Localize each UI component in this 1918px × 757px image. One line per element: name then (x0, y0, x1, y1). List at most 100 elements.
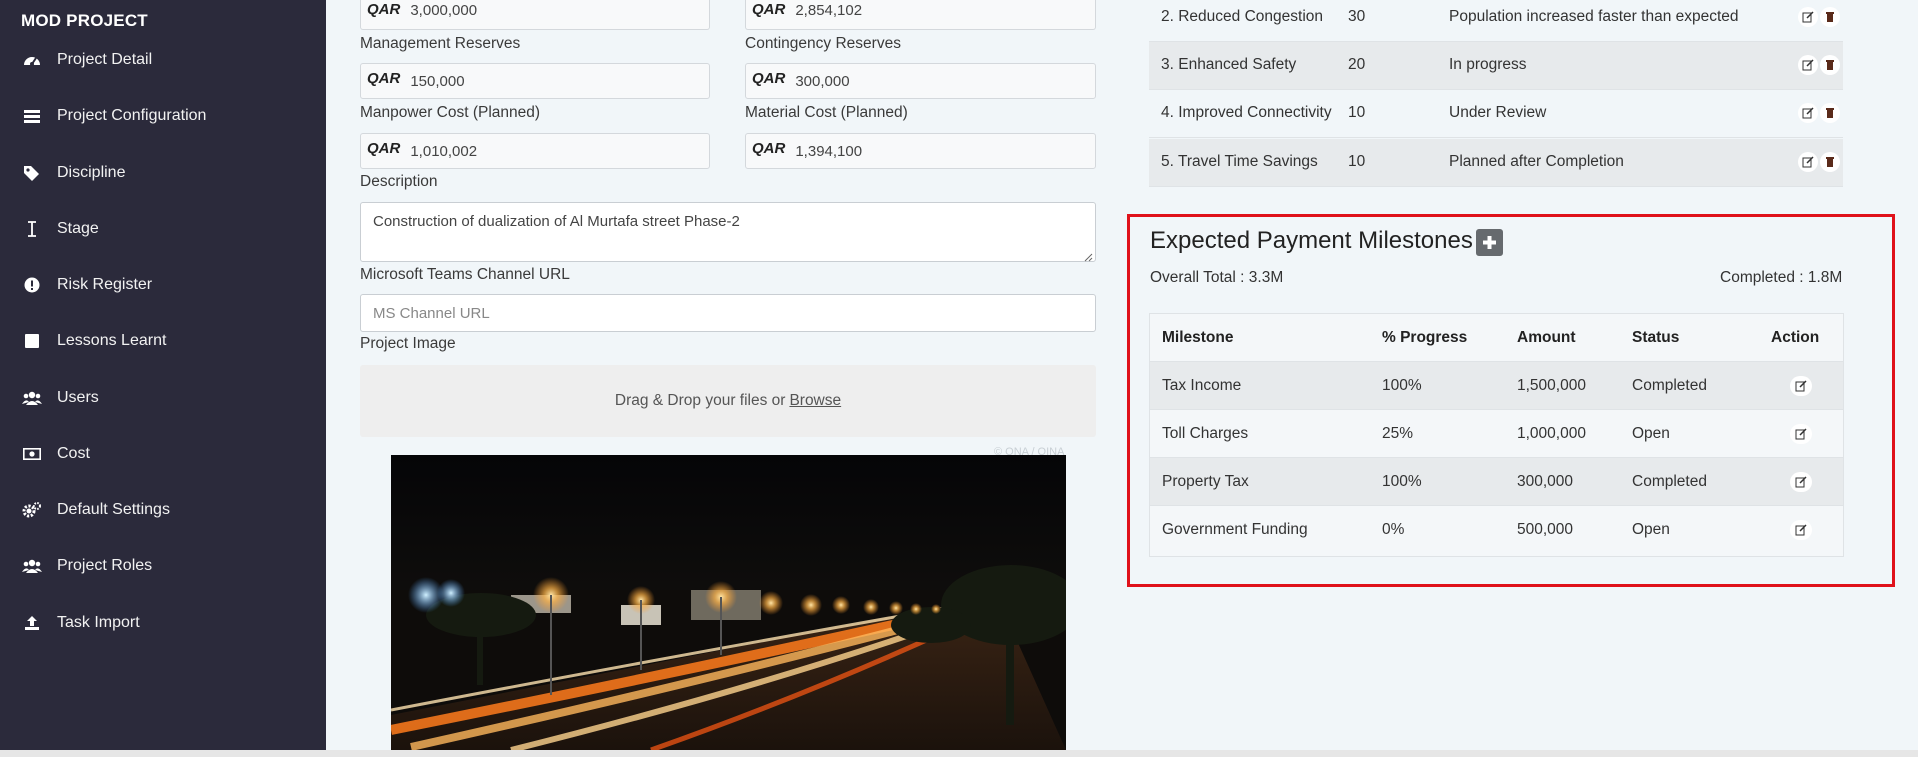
benefit-name: 2. Reduced Congestion (1161, 8, 1324, 25)
sidebar-item-cost[interactable]: Cost (0, 434, 326, 474)
sidebar-item-task-import[interactable]: Task Import (0, 603, 326, 643)
table-row: Toll Charges 25% 1,000,000 Open (1150, 410, 1843, 458)
resize-handle-icon[interactable] (1083, 249, 1093, 262)
teams-url-label: Microsoft Teams Channel URL (360, 266, 570, 283)
sidebar: MOD PROJECT Project Detail Project Confi… (0, 0, 326, 750)
sidebar-item-label: Project Configuration (57, 107, 207, 124)
users-icon (22, 388, 42, 408)
bottom-strip (0, 750, 1918, 757)
exclamation-circle-icon (22, 275, 42, 295)
edit-icon[interactable] (1798, 103, 1818, 123)
edit-icon[interactable] (1790, 472, 1812, 492)
milestone-name: Tax Income (1162, 377, 1242, 394)
sidebar-item-project-roles[interactable]: Project Roles (0, 546, 326, 586)
currency-label: QAR (752, 139, 786, 157)
milestone-progress: 25% (1382, 425, 1414, 442)
milestone-progress: 100% (1382, 377, 1422, 394)
contingency-reserves-value: 300,000 (795, 72, 850, 90)
milestone-status: Open (1632, 425, 1670, 442)
edit-icon[interactable] (1798, 152, 1818, 172)
manpower-cost-field[interactable]: QAR 1,010,002 (360, 133, 710, 169)
sidebar-item-lessons-learnt[interactable]: Lessons Learnt (0, 321, 326, 361)
management-reserves-field[interactable]: QAR 150,000 (360, 63, 710, 99)
sidebar-item-label: Stage (57, 220, 99, 237)
table-header: Milestone % Progress Amount Status Actio… (1150, 314, 1843, 362)
edit-icon[interactable] (1790, 376, 1812, 396)
milestone-status: Completed (1632, 377, 1707, 394)
edit-icon[interactable] (1798, 55, 1818, 75)
management-reserves-label: Management Reserves (360, 35, 521, 52)
sidebar-item-label: Users (57, 389, 99, 406)
sidebar-item-label: Default Settings (57, 501, 170, 518)
overall-total: Overall Total : 3.3M (1150, 269, 1284, 286)
delete-icon[interactable] (1820, 103, 1840, 123)
benefit-status: In progress (1449, 56, 1527, 73)
benefit-status: Under Review (1449, 104, 1547, 121)
currency-label: QAR (367, 139, 401, 157)
delete-icon[interactable] (1820, 152, 1840, 172)
milestones-table: Milestone % Progress Amount Status Actio… (1149, 313, 1844, 557)
project-image-label: Project Image (360, 335, 456, 352)
benefit-value: 10 (1348, 153, 1366, 170)
edit-icon[interactable] (1790, 424, 1812, 444)
app-brand: MOD PROJECT (21, 11, 148, 30)
table-row: Property Tax 100% 300,000 Completed (1150, 458, 1843, 506)
actual-cost-field[interactable]: QAR 2,854,102 (745, 0, 1096, 30)
header-status: Status (1632, 329, 1680, 346)
benefit-value: 20 (1348, 56, 1366, 73)
milestone-amount: 1,000,000 (1517, 425, 1586, 442)
contingency-reserves-field[interactable]: QAR 300,000 (745, 63, 1096, 99)
browse-link[interactable]: Browse (789, 392, 841, 410)
description-label: Description (360, 173, 438, 190)
sidebar-item-users[interactable]: Users (0, 378, 326, 418)
table-row: 2. Reduced Congestion 30 Population incr… (1149, 0, 1843, 42)
teams-url-input[interactable]: MS Channel URL (360, 294, 1096, 332)
edit-icon[interactable] (1798, 7, 1818, 27)
tags-icon (22, 163, 42, 183)
money-icon (22, 444, 42, 464)
material-cost-field[interactable]: QAR 1,394,100 (745, 133, 1096, 169)
milestones-title: Expected Payment Milestones (1150, 227, 1473, 254)
management-reserves-value: 150,000 (410, 72, 465, 90)
delete-icon[interactable] (1820, 7, 1840, 27)
project-image (391, 455, 1066, 750)
sidebar-item-project-configuration[interactable]: Project Configuration (0, 96, 326, 136)
teams-url-placeholder: MS Channel URL (373, 304, 490, 322)
currency-label: QAR (367, 69, 401, 87)
list-icon (22, 106, 42, 126)
delete-icon[interactable] (1820, 55, 1840, 75)
completed-total: Completed : 1.8M (1720, 269, 1843, 286)
edit-icon[interactable] (1790, 520, 1812, 540)
sidebar-item-stage[interactable]: Stage (0, 209, 326, 249)
benefit-name: 3. Enhanced Safety (1161, 56, 1297, 73)
sidebar-item-label: Discipline (57, 164, 126, 181)
sidebar-item-discipline[interactable]: Discipline (0, 153, 326, 193)
cogs-icon (22, 500, 42, 520)
sidebar-item-label: Risk Register (57, 276, 153, 293)
manpower-cost-value: 1,010,002 (410, 142, 478, 160)
header-progress: % Progress (1382, 329, 1468, 346)
sidebar-item-label: Project Roles (57, 557, 153, 574)
budget-field[interactable]: QAR 3,000,000 (360, 0, 710, 30)
header-milestone: Milestone (1162, 329, 1234, 346)
header-amount: Amount (1517, 329, 1576, 346)
manpower-cost-label: Manpower Cost (Planned) (360, 104, 541, 121)
description-textarea[interactable]: Construction of dualization of Al Murtaf… (360, 202, 1096, 262)
material-cost-label: Material Cost (Planned) (745, 104, 908, 121)
text-cursor-icon (22, 219, 42, 239)
material-cost-value: 1,394,100 (795, 142, 863, 160)
benefit-status: Planned after Completion (1449, 153, 1624, 170)
dashboard-icon (22, 50, 42, 70)
milestone-progress: 0% (1382, 521, 1405, 538)
add-milestone-button[interactable] (1476, 229, 1503, 256)
milestone-name: Government Funding (1162, 521, 1308, 538)
sidebar-item-project-detail[interactable]: Project Detail (0, 40, 326, 80)
benefit-name: 5. Travel Time Savings (1161, 153, 1318, 170)
sidebar-item-risk-register[interactable]: Risk Register (0, 265, 326, 305)
milestone-progress: 100% (1382, 473, 1422, 490)
table-row: 5. Travel Time Savings 10 Planned after … (1149, 139, 1843, 187)
file-dropzone[interactable]: Drag & Drop your files or Browse (360, 365, 1096, 437)
actual-cost-value: 2,854,102 (795, 2, 863, 19)
milestone-status: Completed (1632, 473, 1707, 490)
sidebar-item-default-settings[interactable]: Default Settings (0, 490, 326, 530)
